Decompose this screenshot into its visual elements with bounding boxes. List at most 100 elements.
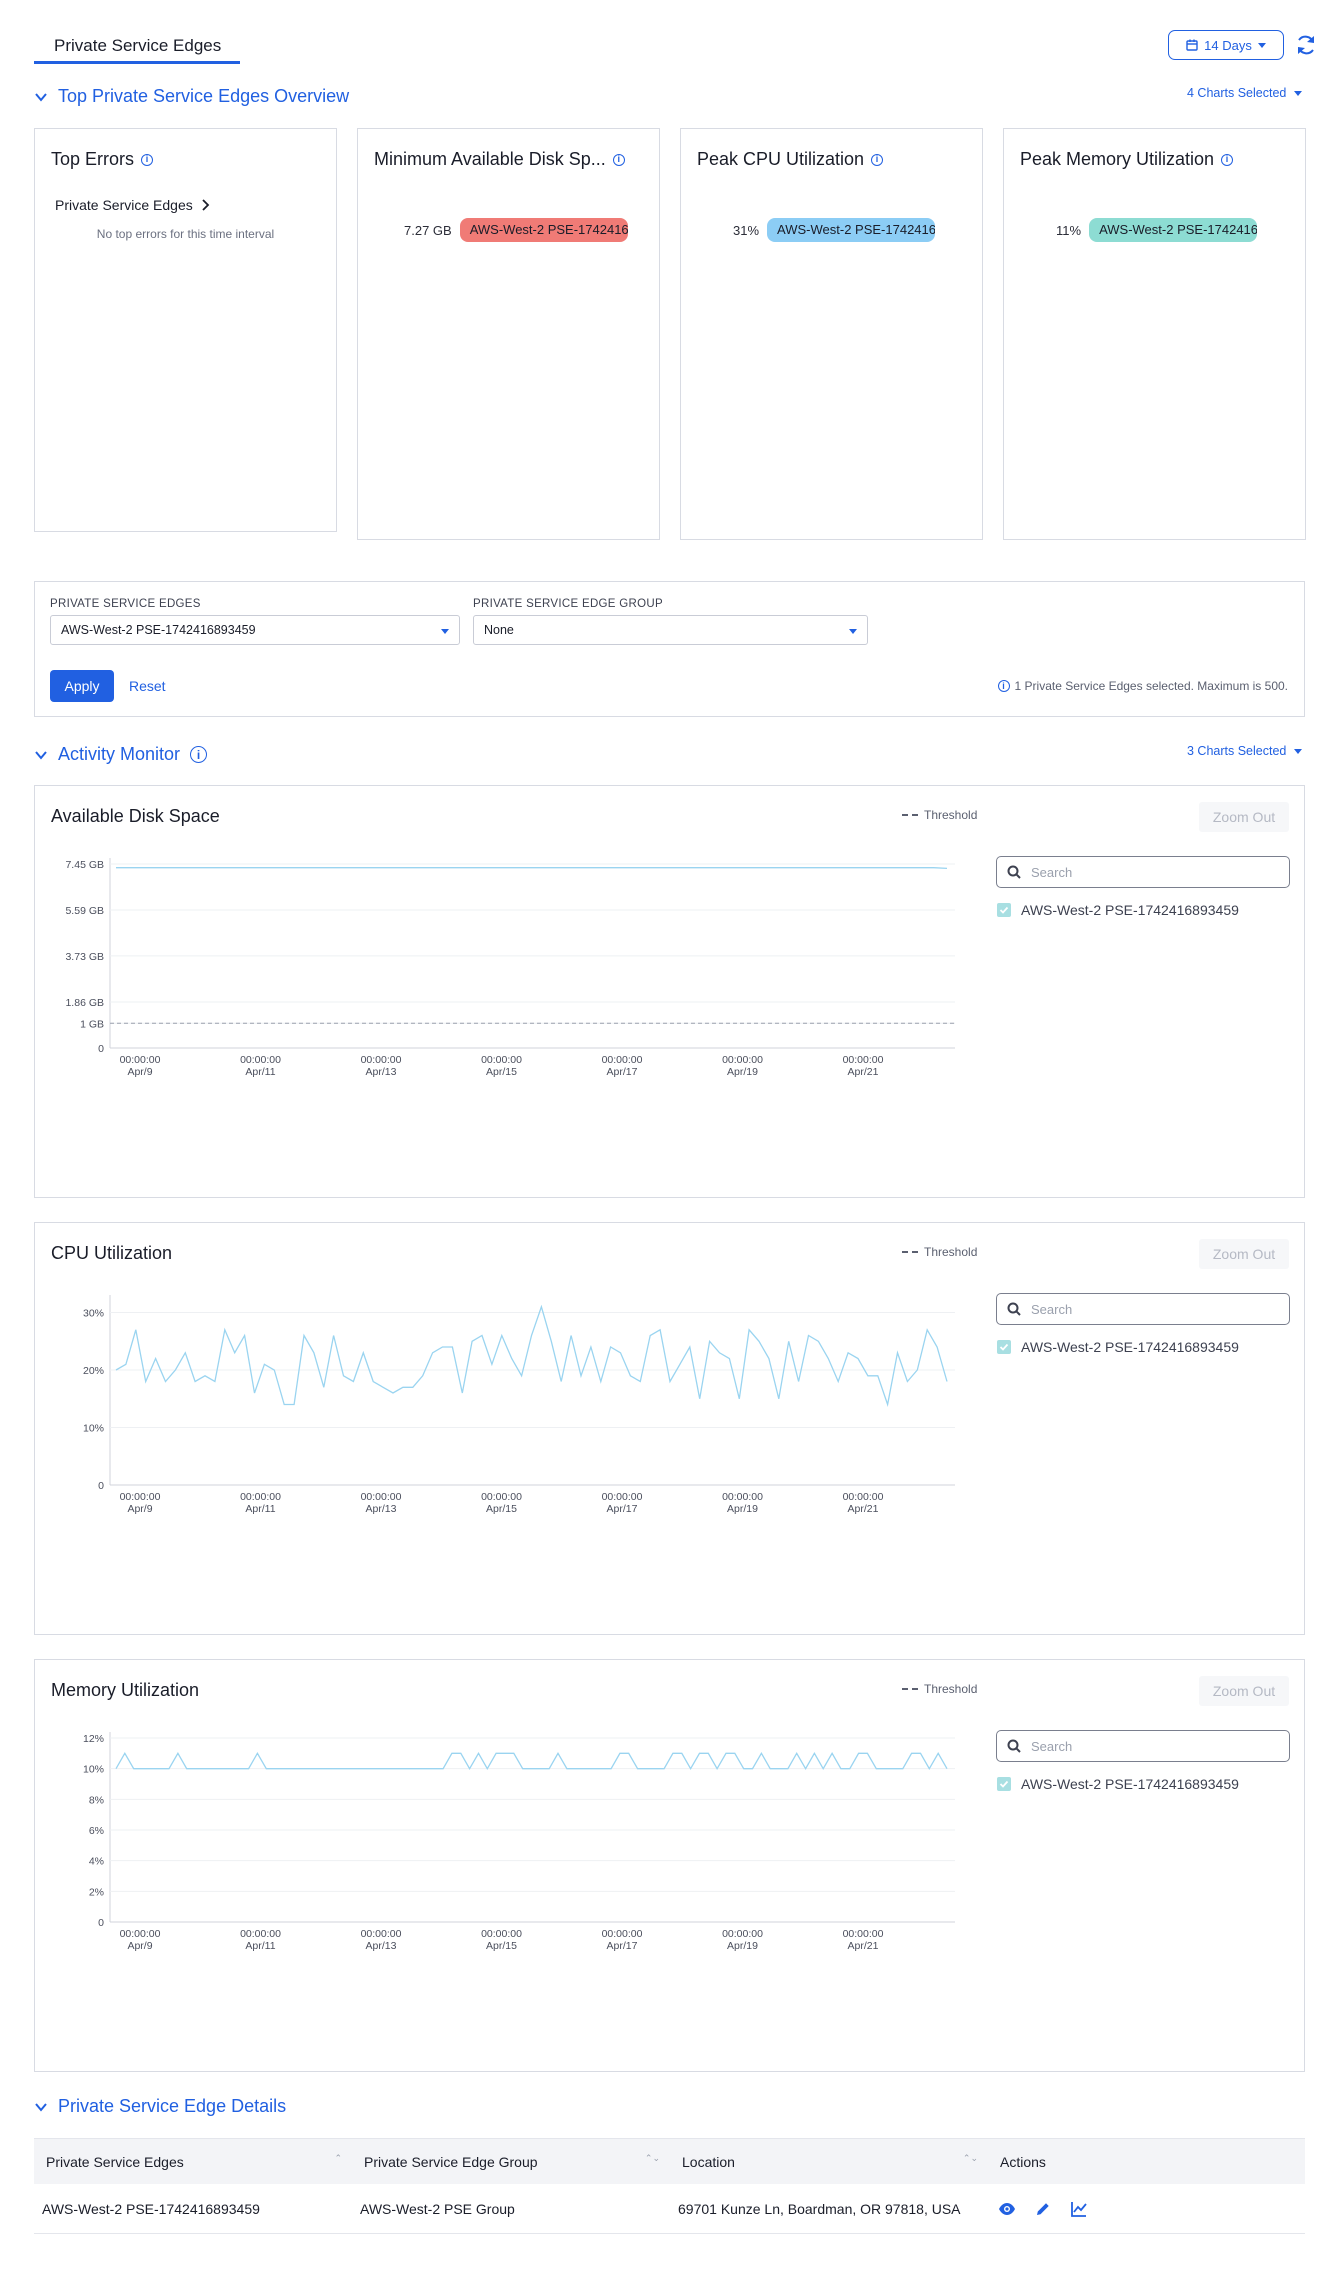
- peak-cpu-bar[interactable]: AWS-West-2 PSE-1742416893...: [767, 218, 936, 242]
- zoom-out-button[interactable]: Zoom Out: [1199, 802, 1289, 832]
- column-header-edges[interactable]: Private Service Edges ⌃: [34, 2139, 352, 2184]
- reset-button[interactable]: Reset: [129, 678, 166, 694]
- x-tick-time: 00:00:00: [240, 1491, 281, 1503]
- edges-select[interactable]: AWS-West-2 PSE-1742416893459: [50, 615, 460, 645]
- y-tick-label: 10%: [83, 1423, 104, 1435]
- tab-private-service-edges[interactable]: Private Service Edges: [34, 30, 240, 64]
- filter-panel: PRIVATE SERVICE EDGES AWS-West-2 PSE-174…: [34, 581, 1305, 717]
- chevron-right-icon: [202, 199, 210, 211]
- selection-note: i 1 Private Service Edges selected. Maxim…: [997, 679, 1288, 693]
- search-icon: [1007, 865, 1021, 879]
- x-tick-date: Apr/19: [727, 1503, 758, 1515]
- top-errors-link[interactable]: Private Service Edges: [55, 197, 211, 213]
- x-tick-time: 00:00:00: [361, 1928, 402, 1940]
- x-tick-time: 00:00:00: [843, 1054, 884, 1066]
- zoom-out-button[interactable]: Zoom Out: [1199, 1676, 1289, 1706]
- legend-search[interactable]: Search: [996, 856, 1290, 888]
- chevron-down-icon: [1294, 90, 1303, 96]
- sort-icon[interactable]: ⌃⌄: [645, 2153, 660, 2164]
- table-header: Private Service Edges ⌃ Private Service E…: [34, 2138, 1305, 2184]
- info-icon[interactable]: i: [871, 153, 884, 166]
- chevron-down-icon: [1294, 748, 1303, 754]
- column-label: Location: [682, 2153, 735, 2170]
- column-header-group[interactable]: Private Service Edge Group ⌃⌄: [352, 2139, 670, 2184]
- y-tick-label: 8%: [89, 1794, 104, 1806]
- x-tick-time: 00:00:00: [843, 1491, 884, 1503]
- y-tick-label: 7.45 GB: [65, 859, 104, 871]
- x-tick-date: Apr/11: [245, 1066, 275, 1078]
- group-select-value: None: [484, 623, 514, 637]
- info-icon[interactable]: i: [1221, 153, 1234, 166]
- pencil-icon[interactable]: [1034, 2200, 1052, 2218]
- details-section-toggle[interactable]: Private Service Edge Details: [34, 2096, 286, 2117]
- line-chart-icon[interactable]: [1070, 2200, 1088, 2218]
- top-errors-link-label: Private Service Edges: [55, 197, 193, 213]
- y-tick-label: 5.59 GB: [65, 905, 104, 917]
- x-tick-date: Apr/13: [366, 1066, 397, 1078]
- y-tick-label: 0: [98, 1043, 104, 1055]
- apply-button[interactable]: Apply: [50, 670, 114, 702]
- overview-section-toggle[interactable]: Top Private Service Edges Overview: [34, 86, 349, 107]
- chevron-down-icon: [35, 750, 47, 760]
- x-tick-time: 00:00:00: [120, 1491, 161, 1503]
- x-tick-date: Apr/15: [486, 1066, 517, 1078]
- search-placeholder: Search: [1031, 864, 1073, 880]
- x-tick-time: 00:00:00: [361, 1491, 402, 1503]
- date-range-label: 14 Days: [1204, 37, 1252, 53]
- legend-item[interactable]: AWS-West-2 PSE-1742416893459: [997, 902, 1239, 918]
- x-tick-time: 00:00:00: [722, 1491, 763, 1503]
- card-title: Top Errors i: [51, 149, 154, 170]
- min-disk-edge: AWS-West-2 PSE-1742416893459: [469, 222, 628, 237]
- legend-search[interactable]: Search: [996, 1293, 1290, 1325]
- top-errors-empty: No top errors for this time interval: [96, 227, 275, 241]
- x-tick-time: 00:00:00: [240, 1928, 281, 1940]
- column-label: Private Service Edge Group: [364, 2153, 538, 2170]
- checkbox-icon[interactable]: [997, 903, 1011, 917]
- checkbox-icon[interactable]: [997, 1777, 1011, 1791]
- y-tick-label: 3.73 GB: [65, 951, 104, 963]
- top-errors-card: Top Errors i Private Service Edges No top…: [34, 128, 337, 532]
- sort-icon[interactable]: ⌃⌄: [963, 2153, 978, 2164]
- series-line: [116, 867, 948, 870]
- info-icon[interactable]: i: [141, 153, 154, 166]
- activity-charts-selector[interactable]: 3 Charts Selected: [1187, 744, 1303, 758]
- x-tick-time: 00:00:00: [843, 1928, 884, 1940]
- peak-memory-title: Peak Memory Utilization: [1020, 149, 1215, 169]
- memory-chart-card: Memory Utilization Threshold Zoom Out 02…: [34, 1659, 1305, 2072]
- peak-memory-bar-row: 11% AWS-West-2 PSE-1742416893...: [1056, 218, 1258, 242]
- chevron-down-icon: [849, 629, 857, 634]
- cpu-chart-plot: 010%20%30%00:00:00Apr/900:00:00Apr/1100:…: [83, 1295, 955, 1515]
- x-tick-time: 00:00:00: [602, 1491, 643, 1503]
- legend-search[interactable]: Search: [996, 1730, 1290, 1762]
- info-icon[interactable]: i: [612, 153, 625, 166]
- min-disk-card: Minimum Available Disk Sp... i 7.27 GB AW…: [357, 128, 660, 540]
- x-tick-date: Apr/21: [848, 1503, 879, 1515]
- search-icon: [1007, 1302, 1021, 1316]
- x-tick-date: Apr/9: [127, 1940, 152, 1952]
- legend-item[interactable]: AWS-West-2 PSE-1742416893459: [997, 1339, 1239, 1355]
- refresh-icon[interactable]: [1294, 33, 1318, 57]
- overview-charts-selector[interactable]: 4 Charts Selected: [1187, 86, 1303, 100]
- checkbox-icon[interactable]: [997, 1340, 1011, 1354]
- x-tick-time: 00:00:00: [481, 1928, 522, 1940]
- activity-section-toggle[interactable]: Activity Monitor i: [34, 744, 208, 765]
- min-disk-bar-row: 7.27 GB AWS-West-2 PSE-1742416893459: [404, 218, 654, 242]
- y-tick-label: 0: [98, 1917, 104, 1929]
- cell-group: AWS-West-2 PSE Group: [360, 2200, 515, 2217]
- legend-item[interactable]: AWS-West-2 PSE-1742416893459: [997, 1776, 1239, 1792]
- min-disk-bar[interactable]: AWS-West-2 PSE-1742416893459: [459, 218, 628, 242]
- x-tick-date: Apr/13: [366, 1503, 397, 1515]
- column-header-location[interactable]: Location ⌃⌄: [670, 2139, 988, 2184]
- zoom-out-button[interactable]: Zoom Out: [1199, 1239, 1289, 1269]
- date-range-button[interactable]: 14 Days: [1168, 30, 1284, 60]
- peak-memory-bar[interactable]: AWS-West-2 PSE-1742416893...: [1089, 218, 1258, 242]
- y-tick-label: 12%: [83, 1733, 104, 1745]
- sort-icon[interactable]: ⌃: [334, 2153, 342, 2164]
- info-icon[interactable]: i: [190, 746, 208, 763]
- search-placeholder: Search: [1031, 1738, 1073, 1754]
- peak-cpu-title: Peak CPU Utilization: [697, 149, 865, 169]
- eye-icon[interactable]: [998, 2200, 1016, 2218]
- chevron-down-icon: [441, 629, 449, 634]
- group-select[interactable]: None: [473, 615, 868, 645]
- legend-label: AWS-West-2 PSE-1742416893459: [1021, 902, 1239, 918]
